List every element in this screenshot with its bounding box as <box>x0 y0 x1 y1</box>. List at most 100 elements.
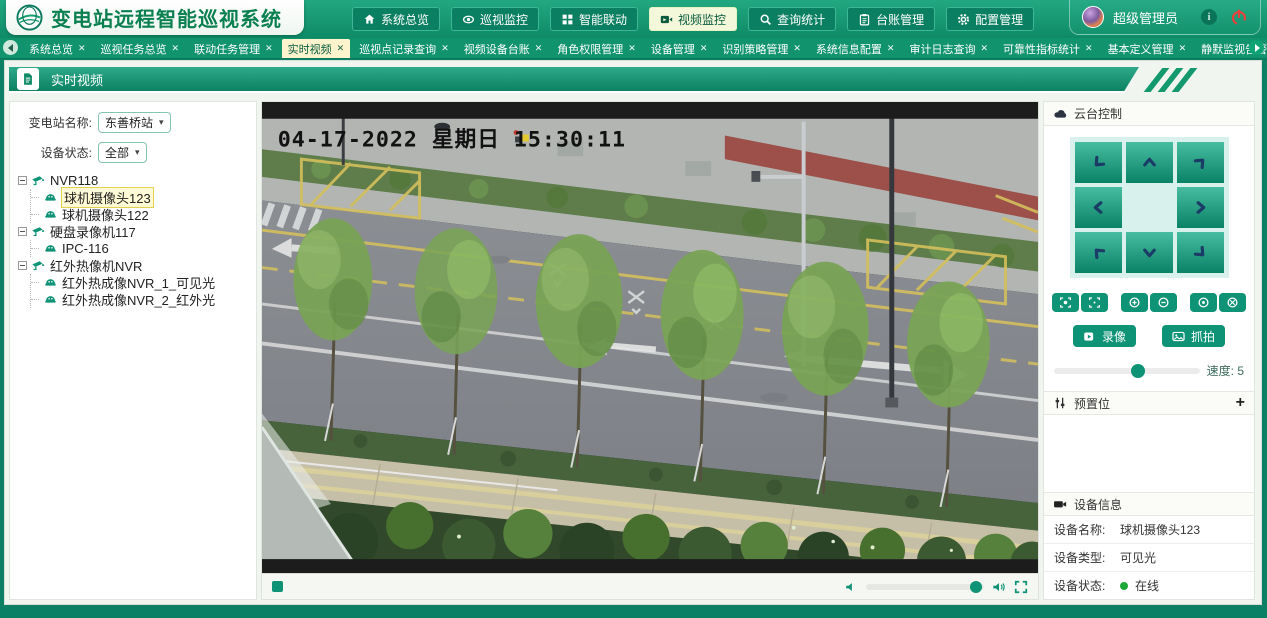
app-logo-box: 变电站远程智能巡视系统 <box>6 0 304 35</box>
close-icon[interactable]: ✕ <box>441 43 449 54</box>
close-icon[interactable]: ✕ <box>172 43 180 54</box>
ptz-up-left-button[interactable] <box>1075 142 1122 183</box>
nav-inspection-monitor[interactable]: 巡视监控 <box>451 7 539 31</box>
info-icon[interactable]: i <box>1201 9 1217 25</box>
close-icon[interactable]: ✕ <box>980 43 988 54</box>
tab-scroll-left-icon[interactable] <box>3 40 18 55</box>
collapse-icon[interactable] <box>18 176 27 185</box>
close-icon[interactable]: ✕ <box>535 43 543 54</box>
power-icon[interactable] <box>1230 8 1248 26</box>
nav-query-stats[interactable]: 查询统计 <box>748 7 836 31</box>
page-title-bar: 实时视频 <box>9 67 1255 93</box>
speed-slider[interactable] <box>1054 368 1200 374</box>
close-icon[interactable]: ✕ <box>887 43 895 54</box>
tab-scroll-right-icon[interactable] <box>1249 40 1264 55</box>
close-icon[interactable]: ✕ <box>1179 43 1187 54</box>
focus-far-button[interactable] <box>1081 293 1108 312</box>
tab-label: 实时视频 <box>288 41 332 57</box>
ptz-up-right-button[interactable] <box>1177 142 1224 183</box>
station-select[interactable]: 东善桥站 ▾ <box>98 112 171 133</box>
cctv-camera-icon <box>31 174 46 188</box>
close-icon[interactable]: ✕ <box>700 43 708 54</box>
add-preset-button[interactable]: + <box>1236 395 1245 411</box>
ptz-down-button[interactable] <box>1126 232 1173 273</box>
tab-basic-definition[interactable]: 基本定义管理 ✕ <box>1102 39 1193 58</box>
tab-reliability-stats[interactable]: 可靠性指标统计✕ <box>997 39 1099 58</box>
lens-controls <box>1044 293 1254 312</box>
tab-inspection-point-records[interactable]: 巡视点记录查询✕ <box>353 39 455 58</box>
speed-slider-thumb[interactable] <box>1131 364 1145 378</box>
tree-item-infrared-1-visible[interactable]: 红外热成像NVR_1_可见光 <box>31 274 248 291</box>
tab-label: 设备管理 <box>651 41 695 57</box>
close-icon[interactable]: ✕ <box>265 43 273 54</box>
tree-label-dvr117[interactable]: 硬盘录像机117 <box>50 222 136 241</box>
collapse-icon[interactable] <box>18 261 27 270</box>
tab-system-overview[interactable]: 系统总览✕ <box>23 39 92 58</box>
preset-list-empty <box>1044 415 1254 492</box>
collapse-icon[interactable] <box>18 227 27 236</box>
tab-audit-log[interactable]: 审计日志查询✕ <box>903 39 994 58</box>
avatar[interactable] <box>1082 6 1104 28</box>
tab-role-permission[interactable]: 角色权限管理✕ <box>551 39 642 58</box>
nav-system-overview[interactable]: 系统总览 <box>352 7 440 31</box>
close-icon[interactable]: ✕ <box>337 43 345 54</box>
nav-ledger-management[interactable]: 台账管理 <box>847 7 935 31</box>
video-frame: 04-17-2022 星期日 15:30:11 <box>262 102 1038 573</box>
tree-item-ball-camera-122[interactable]: 球机摄像头122 <box>31 206 248 223</box>
tab-device-management[interactable]: 设备管理 ✕ <box>645 39 714 58</box>
tree-children: 红外热成像NVR_1_可见光 红外热成像NVR_2_红外光 <box>30 274 248 308</box>
tab-label: 巡视任务总览 <box>101 41 167 57</box>
close-icon[interactable]: ✕ <box>793 43 801 54</box>
speaker-icon[interactable] <box>992 580 1006 594</box>
tab-system-info-config[interactable]: 系统信息配置✕ <box>810 39 901 58</box>
ptz-down-right-button[interactable] <box>1177 232 1224 273</box>
nav-label: 配置管理 <box>975 11 1023 28</box>
focus-near-button[interactable] <box>1052 293 1079 312</box>
nav-video-monitor[interactable]: 视频监控 <box>649 7 737 31</box>
tab-label: 基本定义管理 <box>1108 41 1174 57</box>
nav-smart-linkage[interactable]: 智能联动 <box>550 7 638 31</box>
ptz-up-button[interactable] <box>1126 142 1173 183</box>
ptz-right-button[interactable] <box>1177 187 1224 228</box>
tab-realtime-video[interactable]: 实时视频 ✕ <box>282 39 351 58</box>
tree-label-infrared-2-infrared[interactable]: 红外热成像NVR_2_红外光 <box>62 290 215 309</box>
nav-config-management[interactable]: 配置管理 <box>946 7 1034 31</box>
tree-label-nvr118[interactable]: NVR118 <box>50 173 98 188</box>
stop-button[interactable] <box>272 581 283 592</box>
iris-close-button[interactable] <box>1219 293 1246 312</box>
volume-slider-thumb[interactable] <box>970 581 982 593</box>
tab-recognition-strategy[interactable]: 识别策略管理✕ <box>716 39 807 58</box>
volume-slider[interactable] <box>866 584 984 590</box>
eye-icon <box>462 13 475 26</box>
close-icon[interactable]: ✕ <box>1085 43 1093 54</box>
tab-bar: 系统总览✕ 巡视任务总览 ✕ 联动任务管理✕ 实时视频 ✕ 巡视点记录查询✕ 视频设… <box>0 38 1267 59</box>
image-icon <box>1172 330 1185 343</box>
speed-slider-row: 速度: 5 <box>1054 362 1244 379</box>
tree-label-ipc-116[interactable]: IPC-116 <box>62 241 109 256</box>
clipboard-icon <box>858 13 871 26</box>
fullscreen-icon[interactable] <box>1014 580 1028 594</box>
tree-children: IPC-116 <box>30 240 248 257</box>
close-icon[interactable]: ✕ <box>78 43 86 54</box>
zoom-in-button[interactable] <box>1121 293 1148 312</box>
tree-item-ball-camera-123[interactable]: 球机摄像头123 <box>31 189 248 206</box>
record-button[interactable]: 录像 <box>1073 325 1136 347</box>
tab-linkage-task-management[interactable]: 联动任务管理✕ <box>188 39 279 58</box>
tab-inspection-task-overview[interactable]: 巡视任务总览 ✕ <box>95 39 186 58</box>
zoom-out-button[interactable] <box>1150 293 1177 312</box>
ptz-down-left-button[interactable] <box>1075 232 1122 273</box>
tree-item-infrared-2-infrared[interactable]: 红外热成像NVR_2_红外光 <box>31 291 248 308</box>
device-status-select[interactable]: 全部 ▾ <box>98 142 147 163</box>
page-title: 实时视频 <box>51 70 103 89</box>
tree-node-dvr117[interactable]: 硬盘录像机117 <box>18 223 248 240</box>
close-icon[interactable]: ✕ <box>628 43 636 54</box>
tab-video-device-ledger[interactable]: 视频设备台账✕ <box>458 39 549 58</box>
ptz-panel: 云台控制 <box>1043 101 1255 600</box>
mute-speaker-icon[interactable] <box>844 580 858 594</box>
snapshot-button[interactable]: 抓拍 <box>1162 325 1225 347</box>
ptz-left-button[interactable] <box>1075 187 1122 228</box>
tree-node-nvr118[interactable]: NVR118 <box>18 172 248 189</box>
iris-open-button[interactable] <box>1190 293 1217 312</box>
tree-item-ipc-116[interactable]: IPC-116 <box>31 240 248 257</box>
tree-node-infrared-nvr[interactable]: 红外热像机NVR <box>18 257 248 274</box>
